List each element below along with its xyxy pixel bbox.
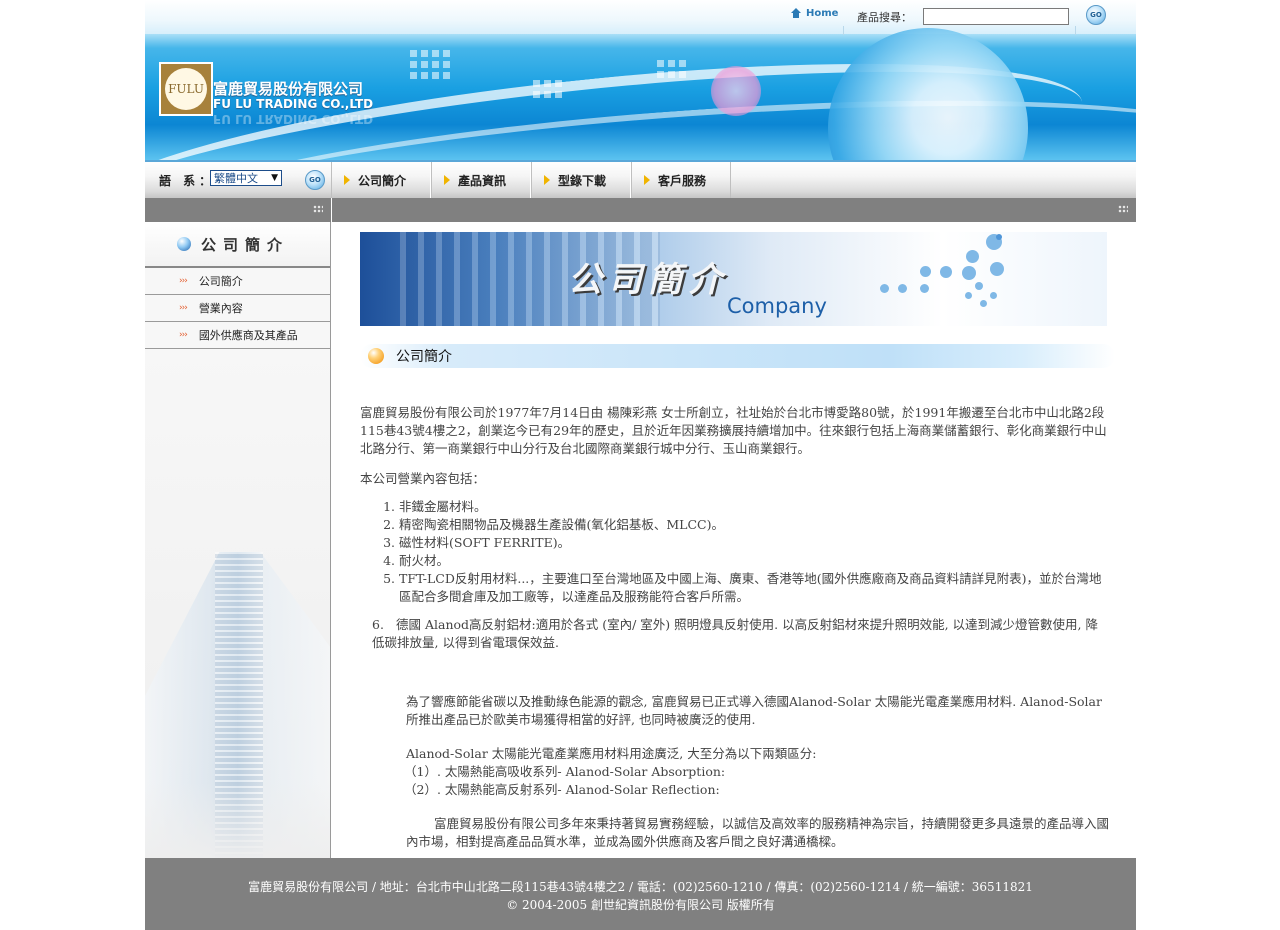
arrow-right-icon [444,175,450,185]
list-item: 6. 德國 Alanod高反射鋁材:適用於各式 (室內/ 室外) 照明燈具反射使用… [360,616,1110,652]
pixel-dots-graphic [533,80,562,98]
company-name-cn: 富鹿貿易股份有限公司 [213,80,364,98]
language-label: 語 系： [159,174,216,188]
scope-intro: 本公司營業內容包括： [360,471,486,486]
language-select[interactable]: 繁體中文 ▼ [210,170,282,186]
sidebar-item-label: 營業內容 [198,302,243,315]
intro-paragraph: 富鹿貿易股份有限公司於1977年7月14日由 楊陳彩燕 女士所創立，社址始於台北… [360,405,1107,456]
arrow-right-icon [344,175,350,185]
triple-chevron-icon: ››› [179,330,188,340]
nav-menu: 公司簡介 產品資訊 型錄下載 客戶服務 [331,162,731,198]
nav-item-company[interactable]: 公司簡介 [331,162,431,198]
bubble-graphic [711,66,761,116]
solar-paragraph-2: Alanod-Solar 太陽能光電產業應用材料用途廣泛, 大至分為以下兩類區分… [406,746,817,761]
company-logo[interactable]: FULU [159,62,213,116]
header-banner: FULU 富鹿貿易股份有限公司 FU LU TRADING CO.,LTD FU… [145,0,1136,160]
nav-item-label: 公司簡介 [358,173,407,188]
solar-item: （1）. 太陽熱能高吸收系列- Alanod-Solar Absorption: [404,764,726,779]
language-selected-value: 繁體中文 [214,172,258,185]
building-fade [145,782,330,858]
nav-item-customer-service[interactable]: 客戶服務 [631,162,731,198]
nav-item-label: 客戶服務 [658,173,707,188]
sidebar: 公司簡介 ››› 公司簡介 ››› 營業內容 ››› 國外供應商及其產品 [145,222,331,858]
solar-item: （2）. 太陽熱能高反射系列- Alanod-Solar Reflection: [404,782,720,797]
nav-item-label: 型錄下載 [558,173,607,188]
ball-icon [177,237,191,251]
closing-paragraph: 富鹿貿易股份有限公司多年來秉持著貿易實務經驗，以誠信及高效率的服務精神為宗旨，持… [406,816,1110,849]
home-icon [790,8,802,19]
arrow-right-icon [644,175,650,185]
list-item: 耐火材。 [399,552,1110,570]
arrow-right-icon [544,175,550,185]
chevron-down-icon: ▼ [271,173,278,183]
list-item-text: 德國 Alanod高反射鋁材:適用於各式 (室內/ 室外) 照明燈具反射使用. … [372,617,1098,650]
sidebar-item-foreign-suppliers[interactable]: ››› 國外供應商及其產品 [145,322,330,349]
grip-icon [313,205,323,213]
main-header-strip [332,198,1136,222]
language-go-button[interactable]: GO [305,170,325,190]
banner-subtitle: Company [727,294,827,318]
footer-company-info: 富鹿貿易股份有限公司 / 地址：台北市中山北路二段115巷43號4樓之2 / 電… [248,880,1033,894]
list-item-number: 6. [372,617,384,632]
sidebar-title: 公司簡介 [201,235,290,254]
orange-ball-icon [368,348,384,364]
main-content: 公司簡介 Company 公司簡介 富鹿貿易股份有限公司於1977年7月14日由… [332,222,1136,858]
product-search-input[interactable] [923,8,1069,25]
divider [843,26,844,35]
home-link[interactable]: Home [790,8,838,19]
pixel-dots-graphic [657,60,686,78]
divider [1075,26,1076,35]
sidebar-item-label: 國外供應商及其產品 [198,329,298,342]
footer-copyright: © 2004-2005 創世紀資訊股份有限公司 版權所有 [506,898,775,912]
section-title: 公司簡介 [396,349,452,365]
company-name-reflection: FU LU TRADING CO.,LTD [213,112,374,126]
list-item: 非鐵金屬材料。 [399,498,1110,516]
scope-list: 非鐵金屬材料。 精密陶瓷相關物品及機器生產設備(氧化鋁基板、MLCC)。 磁性材… [360,498,1110,606]
triple-chevron-icon: ››› [179,276,188,286]
list-item: 磁性材料(SOFT FERRITE)。 [399,534,1110,552]
section-banner: 公司簡介 Company [360,232,1107,326]
grip-icon [1118,205,1128,213]
triple-chevron-icon: ››› [179,303,188,313]
sidebar-header-strip [145,198,331,222]
search-label: 產品搜尋： [857,11,912,24]
logo-mark: FULU [165,68,207,110]
list-item: TFT-LCD反射用材料...，主要進口至台灣地區及中國上海、廣東、香港等地(國… [399,570,1110,606]
pixel-dots-graphic [410,50,450,79]
nav-item-products[interactable]: 產品資訊 [431,162,531,198]
search-go-button[interactable]: GO [1086,5,1106,25]
banner-title: 公司簡介 [568,260,728,300]
sidebar-item-business-scope[interactable]: ››› 營業內容 [145,295,330,322]
page-wrapper: FULU 富鹿貿易股份有限公司 FU LU TRADING CO.,LTD FU… [145,0,1136,930]
home-label: Home [806,8,839,19]
article-body: 富鹿貿易股份有限公司於1977年7月14日由 楊陳彩燕 女士所創立，社址始於台北… [360,404,1110,851]
company-name-en: FU LU TRADING CO.,LTD [213,97,374,111]
list-item: 精密陶瓷相關物品及機器生產設備(氧化鋁基板、MLCC)。 [399,516,1110,534]
nav-item-label: 產品資訊 [458,173,507,188]
sidebar-header: 公司簡介 [145,222,330,268]
main-navbar: 語 系： 繁體中文 ▼ GO 公司簡介 產品資訊 型錄下載 客戶服務 [145,160,1136,198]
nav-item-catalog-download[interactable]: 型錄下載 [531,162,631,198]
footer: 富鹿貿易股份有限公司 / 地址：台北市中山北路二段115巷43號4樓之2 / 電… [145,858,1136,930]
sidebar-item-label: 公司簡介 [198,275,243,288]
globe-graphic [828,28,1028,160]
sidebar-item-company-profile[interactable]: ››› 公司簡介 [145,268,330,295]
solar-paragraph: 為了響應節能省碳以及推動綠色能源的觀念, 富鹿貿易已正式導入德國Alanod-S… [406,694,1102,727]
section-title-bar: 公司簡介 [360,344,1115,368]
